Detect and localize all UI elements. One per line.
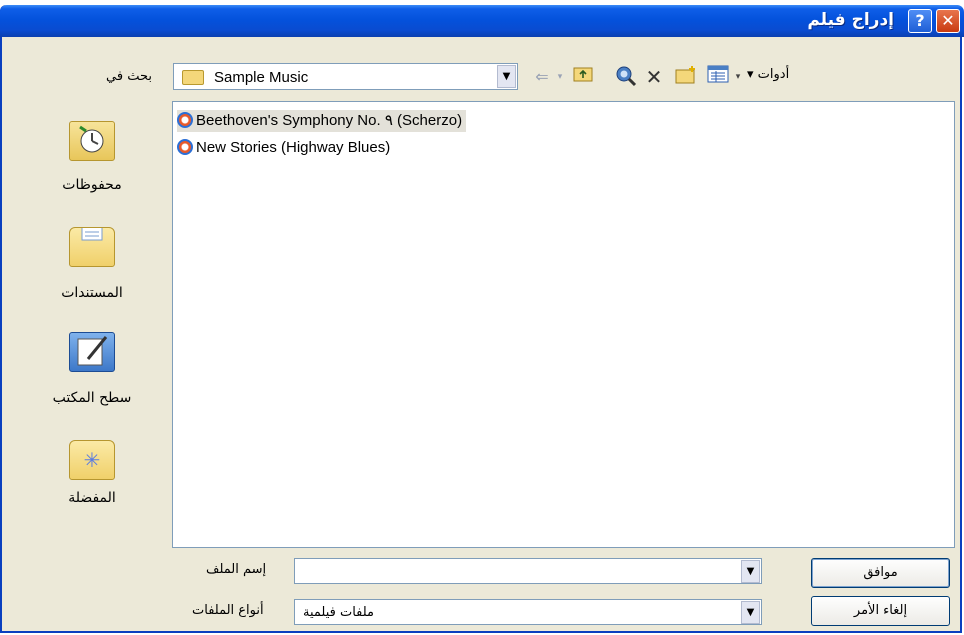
folder-icon: [182, 70, 204, 85]
views-icon[interactable]: [705, 65, 731, 89]
back-dropdown-icon[interactable]: ▾: [555, 65, 565, 89]
toolbar: ⇐ ▾ ✕ ▾ أدوات ▾: [527, 65, 857, 91]
tools-menu[interactable]: أدوات ▾: [747, 67, 789, 82]
filetype-label: أنواع الملفات: [192, 603, 264, 618]
list-item[interactable]: New Stories (Highway Blues): [177, 137, 394, 159]
insert-movie-dialog: إدراج فيلم ? ✕ بحث في Sample Music ▼ ⇐ ▾…: [0, 5, 964, 633]
filetype-dropdown[interactable]: ملفات فيلمية ▼: [294, 599, 762, 625]
history-icon: [69, 121, 115, 161]
file-list[interactable]: Beethoven's Symphony No. ٩ (Scherzo) New…: [172, 101, 955, 548]
place-desktop[interactable]: سطح المكتب: [22, 322, 162, 422]
chevron-down-icon[interactable]: ▼: [497, 65, 516, 88]
filename-input[interactable]: [299, 561, 729, 581]
lookin-label: بحث في: [106, 69, 152, 84]
file-name: New Stories (Highway Blues): [196, 139, 391, 156]
places-bar: محفوظات المستندات سطح المكتب ✳ المفضلة: [22, 107, 162, 527]
list-item[interactable]: Beethoven's Symphony No. ٩ (Scherzo): [177, 110, 467, 132]
ok-button[interactable]: موافق: [811, 558, 950, 588]
place-history[interactable]: محفوظات: [22, 107, 162, 207]
up-folder-icon[interactable]: [571, 65, 595, 89]
chevron-down-icon[interactable]: ▼: [741, 601, 760, 624]
new-folder-icon[interactable]: [673, 65, 699, 89]
chevron-down-icon[interactable]: ▼: [741, 560, 760, 583]
filename-label: إسم الملف: [206, 562, 267, 577]
place-label-desktop: سطح المكتب: [52, 390, 132, 406]
title-bar[interactable]: إدراج فيلم ? ✕: [0, 5, 964, 37]
place-favorites[interactable]: ✳ المفضلة: [22, 432, 162, 532]
lookin-dropdown[interactable]: Sample Music ▼: [173, 63, 518, 90]
back-arrow-icon[interactable]: ⇐: [531, 65, 553, 89]
favorites-icon: ✳: [69, 440, 115, 480]
cancel-button[interactable]: إلغاء الأمر: [811, 596, 950, 626]
filename-field[interactable]: ▼: [294, 558, 762, 584]
place-label-documents: المستندات: [61, 285, 123, 301]
delete-icon[interactable]: ✕: [643, 65, 665, 89]
views-dropdown-icon[interactable]: ▾: [733, 65, 743, 89]
search-web-icon[interactable]: [613, 65, 639, 89]
documents-folder-icon: [69, 225, 115, 267]
filetype-value: ملفات فيلمية: [303, 605, 375, 620]
dialog-title: إدراج فيلم: [807, 10, 894, 30]
place-documents[interactable]: المستندات: [22, 217, 162, 317]
place-label-history: محفوظات: [62, 177, 122, 193]
lookin-value: Sample Music: [214, 69, 309, 86]
media-file-icon: [177, 112, 193, 128]
place-label-favorites: المفضلة: [68, 490, 116, 506]
help-button[interactable]: ?: [908, 9, 932, 33]
desktop-icon: [69, 332, 115, 372]
file-name: Beethoven's Symphony No. ٩ (Scherzo): [196, 112, 463, 129]
media-file-icon: [177, 139, 193, 155]
close-button[interactable]: ✕: [936, 9, 960, 33]
